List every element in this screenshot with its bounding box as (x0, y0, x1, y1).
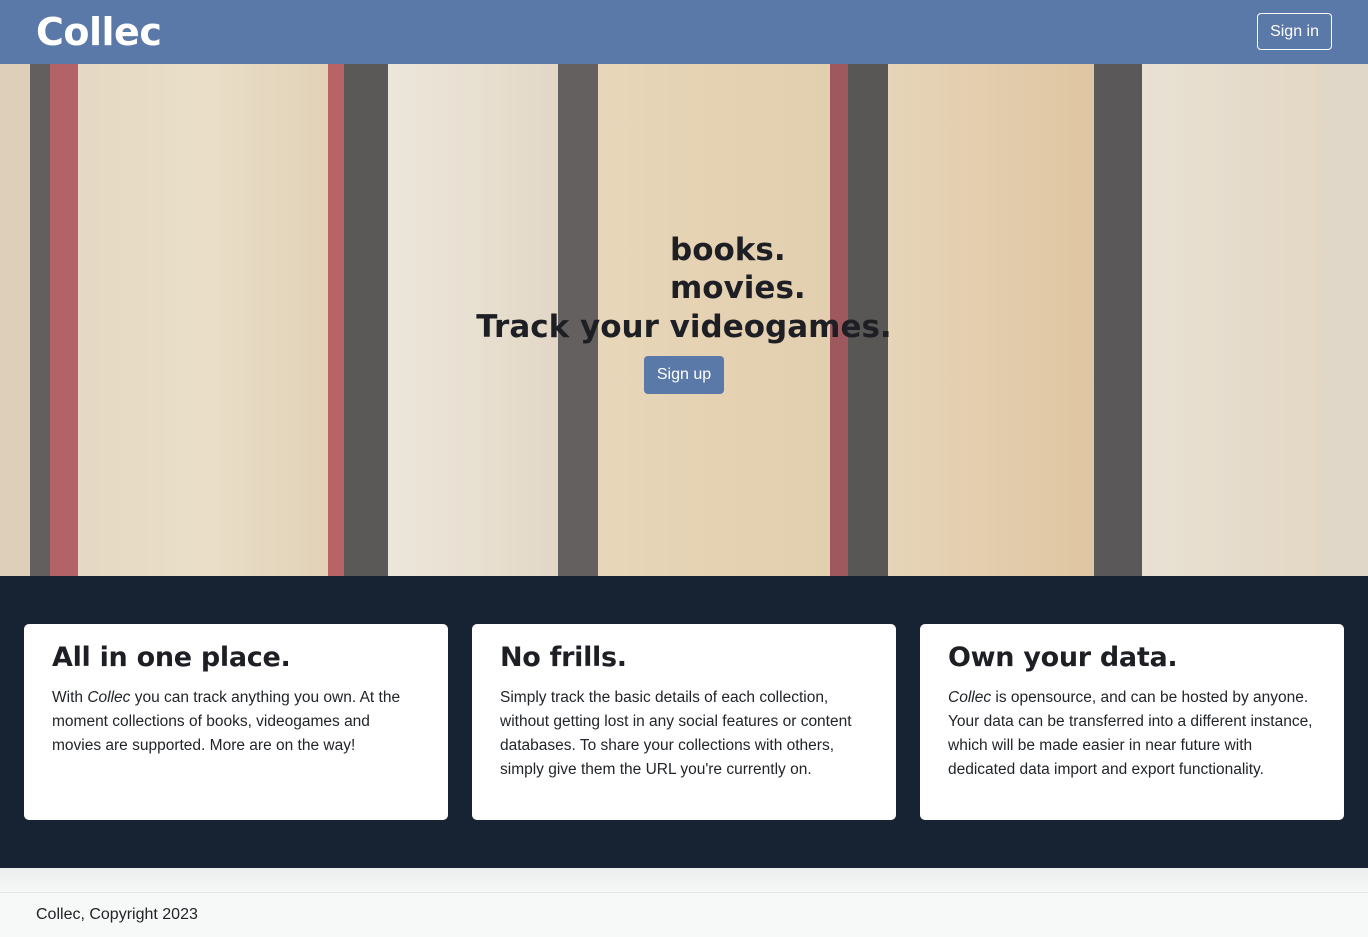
feature-title: No frills. (500, 642, 627, 673)
hero-title: Track your videogames. (476, 309, 892, 345)
footer-spacer (0, 868, 1368, 892)
brand-emphasis: Collec (948, 689, 992, 707)
page-footer: Collec, Copyright 2023 (0, 892, 1368, 937)
rotating-word-books: books. (670, 232, 786, 268)
feature-card-no-frills: No frills. Simply track the basic detail… (472, 624, 896, 820)
feature-card-all-in-one: All in one place. With Collec you can tr… (24, 624, 448, 820)
feature-title: All in one place. (52, 642, 291, 673)
features-section: All in one place. With Collec you can tr… (0, 576, 1368, 868)
feature-card-own-your-data: Own your data. Collec is opensource, and… (920, 624, 1344, 820)
feature-title: Own your data. (948, 642, 1178, 673)
hero-content: books. movies. Track your videogames. Si… (0, 64, 1368, 576)
brand-logo[interactable]: Collec (36, 13, 162, 51)
rotating-word-movies: movies. (670, 270, 806, 306)
feature-description: With Collec you can track anything you o… (52, 689, 401, 755)
brand-emphasis: Collec (87, 689, 131, 707)
hero-section: books. movies. Track your videogames. Si… (0, 64, 1368, 576)
feature-description: Collec is opensource, and can be hosted … (948, 689, 1313, 779)
sign-in-button[interactable]: Sign in (1257, 13, 1332, 50)
top-navbar: Collec Sign in (0, 0, 1368, 64)
footer-copyright: Collec, Copyright 2023 (36, 906, 198, 923)
sign-up-button[interactable]: Sign up (644, 356, 724, 394)
feature-description: Simply track the basic details of each c… (500, 689, 852, 779)
